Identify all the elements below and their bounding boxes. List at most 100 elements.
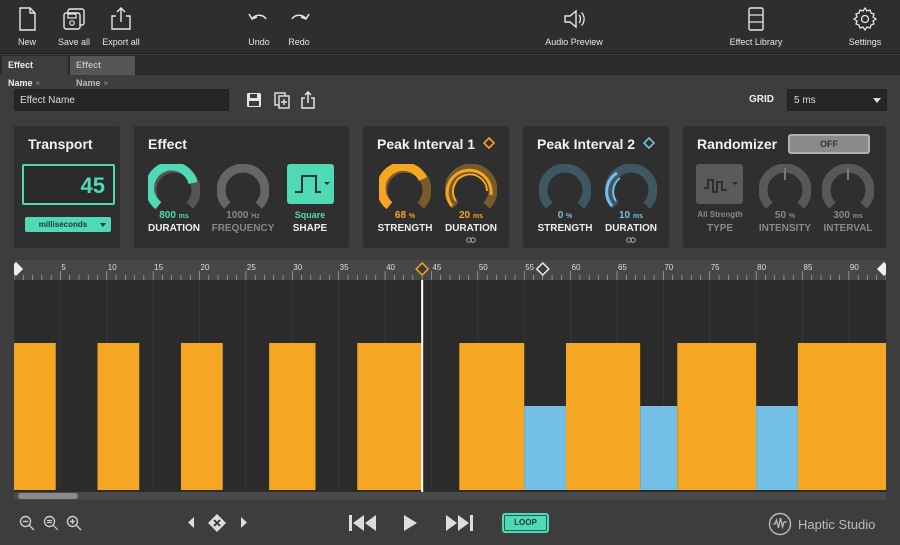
peak2-marker-icon (643, 137, 655, 149)
gear-icon (852, 6, 878, 32)
ruler-label: 70 (664, 263, 673, 272)
ruler-label: 45 (432, 263, 441, 272)
settings-button[interactable]: Settings (830, 6, 900, 47)
grid-select[interactable]: 5 ms (787, 89, 887, 111)
peak2-duration-knob[interactable] (605, 164, 657, 216)
haptic-studio-logo-icon (768, 512, 792, 536)
interval-label: INTERVAL (823, 223, 873, 234)
chevron-down-icon (873, 98, 881, 103)
peak1-duration-value: 20 ms (458, 210, 484, 221)
settings-label: Settings (848, 37, 882, 47)
next-marker-icon[interactable] (239, 516, 249, 529)
random-wave-icon (704, 179, 738, 193)
zoom-out-icon[interactable] (19, 515, 35, 531)
scrollbar-thumb[interactable] (18, 493, 78, 499)
haptic-segment[interactable] (269, 343, 316, 490)
haptic-segment[interactable] (97, 343, 140, 490)
chevron-down-icon (100, 223, 106, 227)
peak1-duration-knob[interactable] (445, 164, 497, 216)
transport-value-field[interactable]: 45 (22, 164, 115, 205)
haptic-segment[interactable] (14, 343, 56, 490)
haptic-segment[interactable] (357, 343, 423, 490)
share-icon[interactable] (299, 91, 317, 109)
duration-label: DURATION (147, 223, 201, 234)
transport-value: 45 (80, 173, 105, 198)
close-icon[interactable]: × (104, 79, 109, 88)
peak-interval-1-panel: Peak Interval 1 68 % STRENGTH 20 ms DURA… (363, 126, 509, 248)
loop-toggle[interactable]: LOOP (502, 513, 549, 533)
audio-preview-label: Audio Preview (545, 37, 603, 47)
ruler-label: 25 (247, 263, 256, 272)
haptic-segment[interactable] (677, 343, 757, 490)
tab-effect-inactive[interactable]: Effect Name × (70, 56, 135, 88)
ruler-label: 15 (154, 263, 163, 272)
tab-label: Effect Name (8, 60, 34, 88)
tab-effect-active[interactable]: Effect Name × (2, 56, 68, 88)
ruler-label: 75 (711, 263, 720, 272)
shape-button[interactable] (287, 164, 334, 204)
effect-name-input[interactable] (14, 89, 229, 111)
close-icon[interactable]: × (36, 79, 41, 88)
tab-bar: Effect Name × Effect Name × (0, 55, 900, 88)
scrollbar-track[interactable] (14, 492, 886, 500)
haptic-segment[interactable] (180, 343, 223, 490)
haptic-segment[interactable] (565, 343, 641, 490)
haptic-segment[interactable] (797, 343, 886, 490)
rewind-icon[interactable] (348, 514, 378, 532)
save-icon[interactable] (245, 91, 263, 109)
peak-interval-2-panel: Peak Interval 2 0 % STRENGTH 10 ms DURAT… (523, 126, 669, 248)
frequency-knob[interactable] (217, 164, 269, 216)
random-type-button[interactable] (696, 164, 743, 204)
haptic-segment[interactable] (640, 406, 678, 490)
transport-title: Transport (28, 136, 93, 152)
unit-value: milliseconds (38, 220, 88, 229)
ruler-label: 60 (572, 263, 581, 272)
ruler-label: 50 (479, 263, 488, 272)
peak2-strength-knob[interactable] (539, 164, 591, 216)
redo-button[interactable]: Redo (264, 6, 334, 47)
randomizer-toggle[interactable]: OFF (788, 134, 870, 154)
timeline[interactable]: 5 10 15 20 25 30 35 40 45 50 55 60 65 70 75 80 85 90 (8, 260, 892, 500)
effect-library-button[interactable]: Effect Library (721, 6, 791, 47)
tab-label: Effect Name (76, 60, 102, 88)
ruler-label: 35 (340, 263, 349, 272)
peak1-strength-knob[interactable] (379, 164, 431, 216)
brand-name: Haptic Studio (798, 516, 876, 532)
export-all-button[interactable]: Export all (86, 6, 156, 47)
fast-forward-icon[interactable] (444, 514, 474, 532)
peak2-title: Peak Interval 2 (537, 136, 636, 152)
duration-knob[interactable] (148, 164, 200, 216)
interval-knob[interactable] (822, 164, 874, 216)
previous-marker-icon[interactable] (186, 516, 196, 529)
zoom-in-icon[interactable] (66, 515, 82, 531)
peak1-title: Peak Interval 1 (377, 136, 476, 152)
library-icon (748, 7, 764, 31)
grid-value: 5 ms (794, 95, 816, 106)
ruler-label: 10 (108, 263, 117, 272)
speaker-icon (564, 9, 585, 29)
unit-select[interactable]: milliseconds (25, 217, 111, 232)
zoom-fit-icon[interactable] (43, 515, 59, 531)
haptic-segment[interactable] (756, 406, 798, 490)
ruler-label: 40 (386, 263, 395, 272)
duplicate-icon[interactable] (273, 91, 291, 109)
peak2-duration-label: DURATION (604, 223, 658, 234)
grid-label: GRID (749, 94, 774, 105)
ruler-label: 5 (61, 263, 66, 272)
toolbar: New Save all Export all Undo Redo Audio … (0, 0, 900, 54)
square-wave-icon (295, 175, 330, 193)
add-marker-icon[interactable] (207, 513, 227, 533)
haptic-segment[interactable] (524, 406, 566, 490)
link-icon[interactable] (626, 236, 636, 244)
ruler-label: 85 (804, 263, 813, 272)
export-all-label: Export all (102, 37, 140, 47)
timeline-chart[interactable]: 5 10 15 20 25 30 35 40 45 50 55 60 65 70 75 80 85 90 (8, 260, 892, 500)
haptic-segment[interactable] (459, 343, 525, 490)
link-icon[interactable] (466, 236, 476, 244)
play-icon[interactable] (402, 514, 418, 532)
new-label: New (17, 37, 36, 47)
intensity-knob[interactable] (759, 164, 811, 216)
ruler-label: 30 (293, 263, 302, 272)
audio-preview-button[interactable]: Audio Preview (539, 6, 609, 47)
redo-label: Redo (288, 37, 310, 47)
